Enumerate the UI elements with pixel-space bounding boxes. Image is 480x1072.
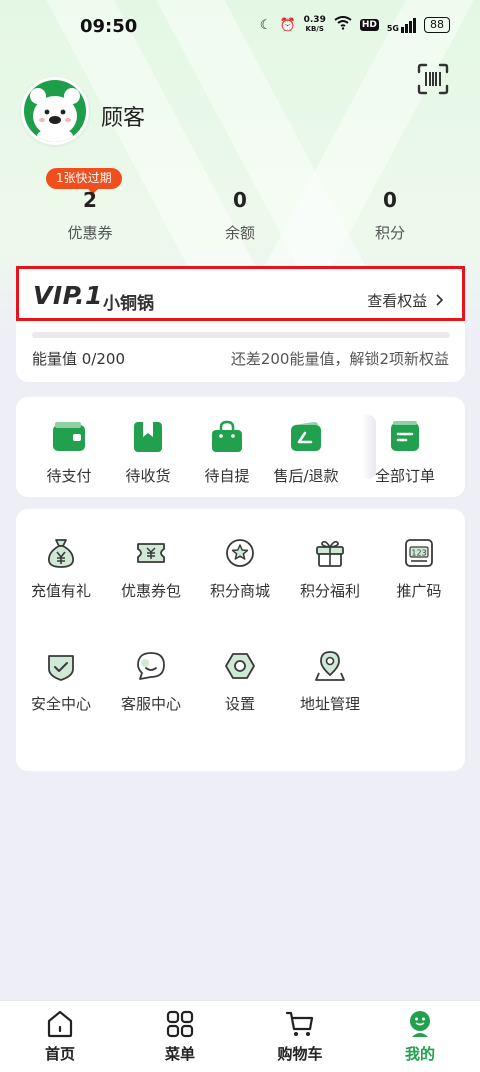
svg-text:123: 123 [411,549,426,558]
tab-home[interactable]: 首页 [20,1009,100,1064]
chevron-right-icon [436,292,444,310]
location-icon [313,649,347,683]
tab-menu[interactable]: 菜单 [140,1009,220,1064]
service-address-management[interactable]: 地址管理 [285,649,375,714]
service-points-welfare[interactable]: 积分福利 [285,536,375,601]
chat-icon [134,649,168,683]
tab-cart[interactable]: 购物车 [260,1009,340,1064]
avatar[interactable] [21,77,89,145]
service-coupon-pack[interactable]: 优惠券包 [106,536,196,601]
vip-level-name: 小铜锅 [103,294,154,314]
alarm-icon: ⏰ [279,17,296,33]
service-settings[interactable]: 设置 [195,649,285,714]
stat-coupons[interactable]: 2 优惠券 [30,188,150,243]
service-customer-service[interactable]: 客服中心 [106,649,196,714]
services-card: 充值有礼 优惠券包 积分商城 积分福利 123 推广码 安全中心 客服中心 设置… [16,509,465,771]
status-icons: ☾ ⏰ 0.39 KB/S HD 5G 88 [260,16,450,34]
bottom-tab-bar: 首页 菜单 购物车 我的 [0,1000,480,1072]
order-pending-receipt[interactable]: 待收货 [108,419,188,486]
tab-mine[interactable]: 我的 [380,1009,460,1064]
service-recharge[interactable]: 充值有礼 [16,536,106,601]
hd-icon: HD [359,19,379,31]
status-bar: 09:50 ☾ ⏰ 0.39 KB/S HD 5G 88 [0,0,480,56]
orders-card: 待支付 待收货 待自提 售后/退款 全部订单 [16,397,465,497]
code-icon: 123 [402,536,436,570]
moon-icon: ☾ [259,17,272,33]
vip-level: VIP.1 [33,281,103,310]
net-speed: 0.39 KB/S [303,15,326,34]
gift-icon [313,536,347,570]
service-points-mall[interactable]: 积分商城 [195,536,285,601]
order-list-icon [387,419,423,455]
cart-icon [285,1009,315,1039]
order-after-sales[interactable]: 售后/退款 [266,419,346,486]
status-time: 09:50 [80,16,138,37]
energy-value: 能量值 0/200 [32,350,125,368]
view-benefits-link[interactable]: 查看权益 [367,290,444,311]
settings-icon [223,649,257,683]
vip-card: VIP.1 小铜锅 查看权益 能量值 0/200 还差200能量值，解锁2项新权… [16,266,465,382]
coupon-icon [134,536,168,570]
refund-icon [288,419,324,455]
order-pending-payment[interactable]: 待支付 [29,419,109,486]
energy-tip: 还差200能量值，解锁2项新权益 [230,350,449,368]
service-security-center[interactable]: 安全中心 [16,649,106,714]
wallet-icon [51,419,87,455]
menu-grid-icon [165,1009,195,1039]
service-promo-code[interactable]: 123 推广码 [374,536,464,601]
shield-icon [44,649,78,683]
star-badge-icon [223,536,257,570]
energy-progress-bar [32,332,450,338]
bear-avatar-icon [24,80,86,142]
barcode-icon [417,63,449,95]
bag-icon [209,419,245,455]
user-name[interactable]: 顾客 [101,100,145,132]
order-pending-pickup[interactable]: 待自提 [187,419,267,486]
account-stats: 2 优惠券 0 余额 0 积分 [0,188,480,252]
money-bag-icon [44,536,78,570]
signal-icon: 5G [387,17,416,33]
stat-balance[interactable]: 0 余额 [180,188,300,243]
vip-header[interactable]: VIP.1 小铜锅 查看权益 [16,266,465,321]
coupon-expire-badge: 1张快过期 [46,168,122,194]
profile-icon [405,1009,435,1039]
battery-indicator: 88 [424,17,450,33]
receive-icon [130,419,166,455]
home-icon [45,1009,75,1039]
stat-points[interactable]: 0 积分 [330,188,450,243]
order-all[interactable]: 全部订单 [365,419,445,486]
scan-code-button[interactable] [416,62,450,96]
wifi-icon [334,16,352,34]
